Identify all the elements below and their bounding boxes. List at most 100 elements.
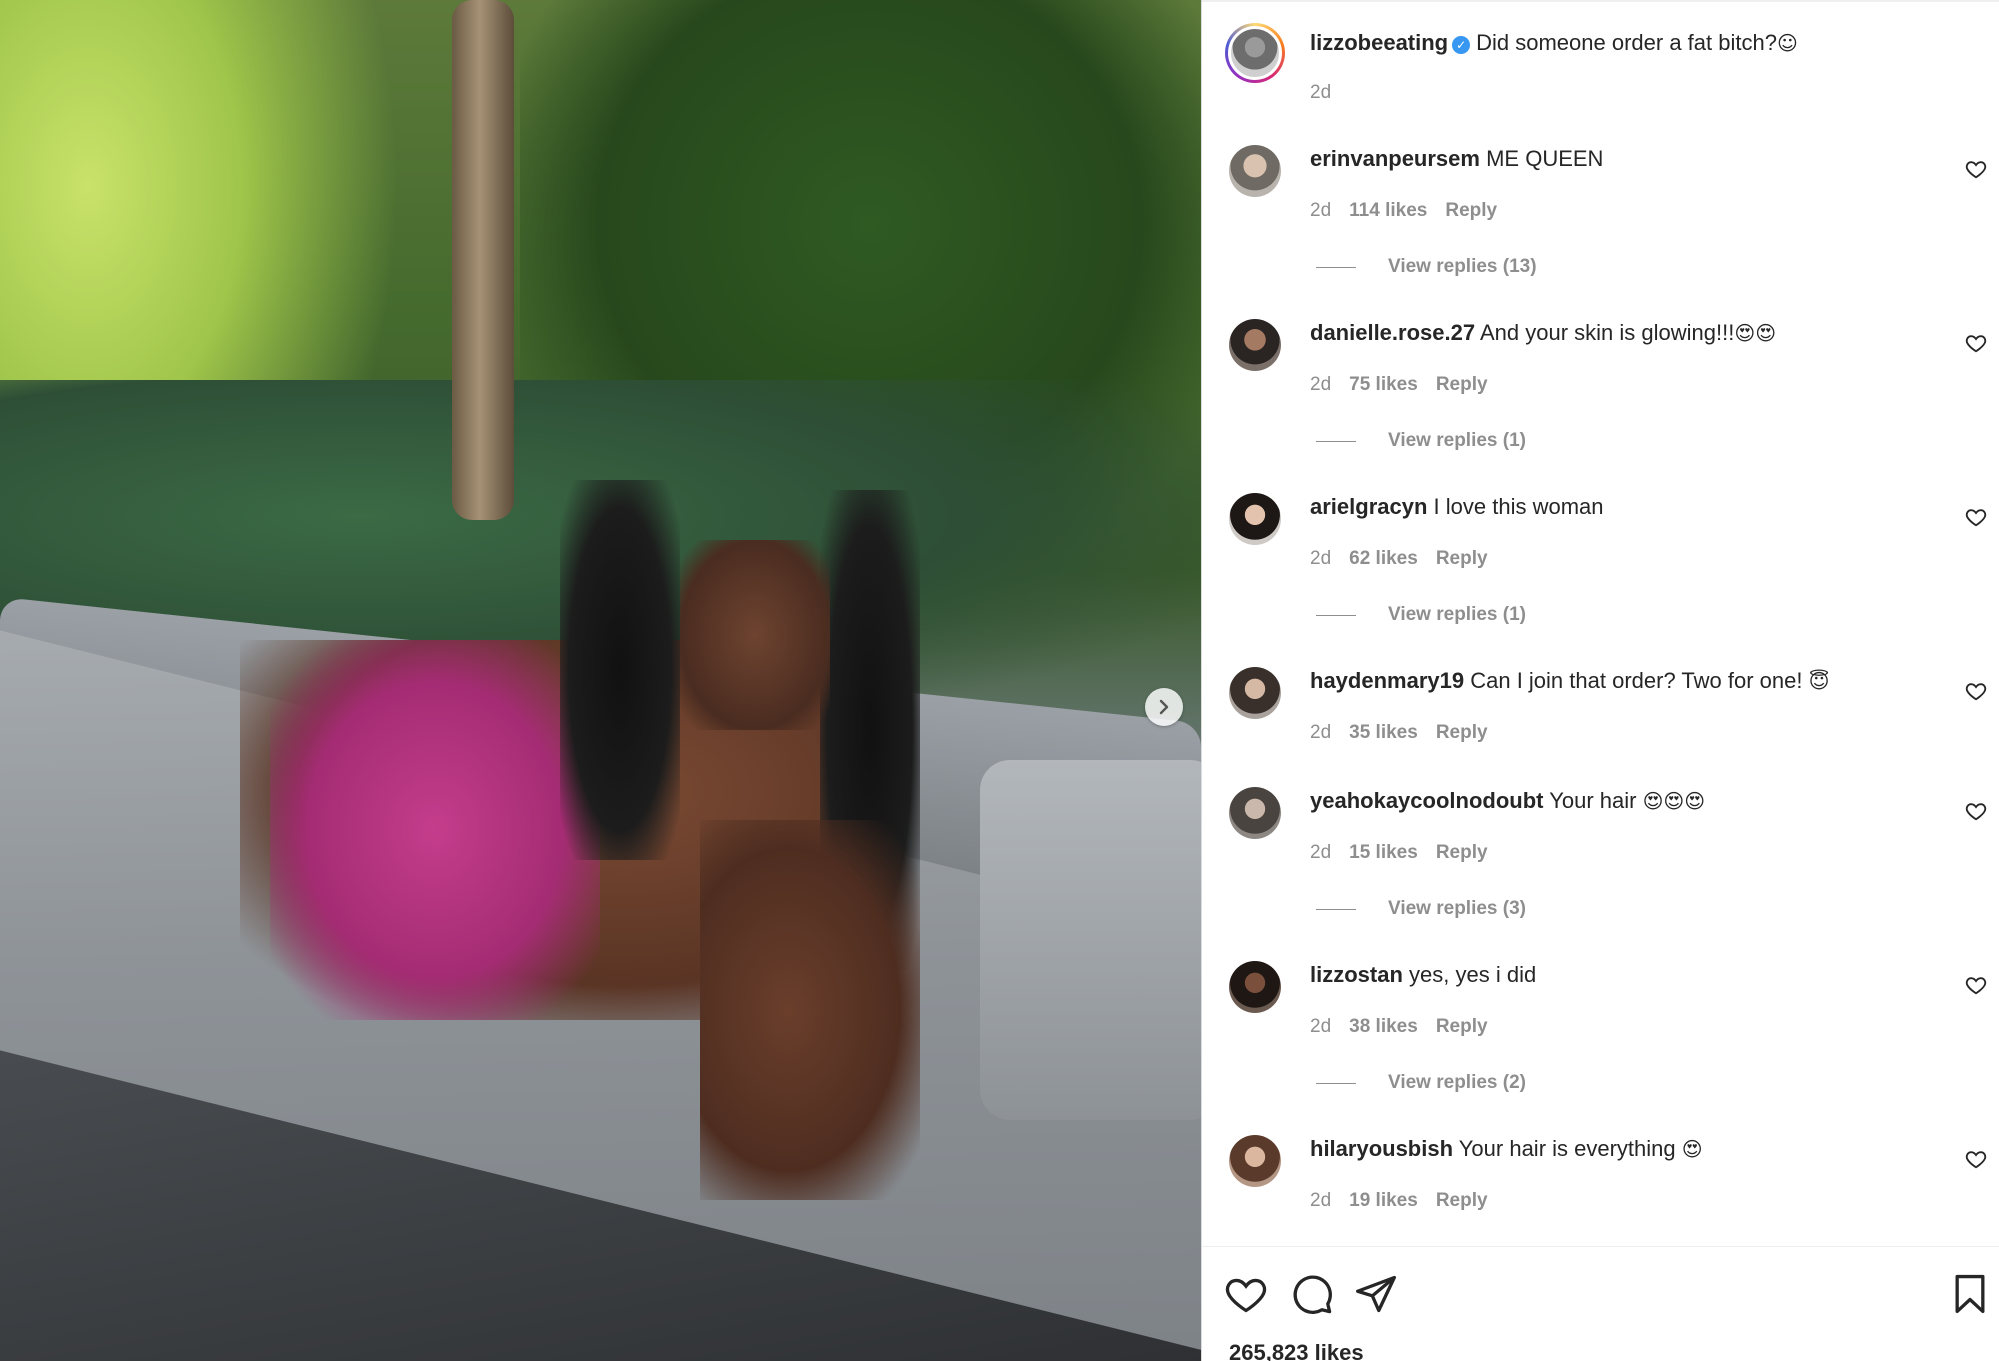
photo-face xyxy=(680,540,830,730)
comment-meta: 2d 35 likes Reply xyxy=(1310,722,1506,744)
comment-time[interactable]: 2d xyxy=(1310,374,1331,395)
divider xyxy=(1316,1082,1356,1084)
caption-emoji: ☺ xyxy=(1776,31,1798,55)
comment-text: Your hair xyxy=(1549,788,1637,813)
comment-line: haydenmary19 Can I join that order? Two … xyxy=(1310,666,1829,696)
view-replies-label: View replies (1) xyxy=(1388,430,1526,451)
comment-time[interactable]: 2d xyxy=(1310,842,1331,863)
photo-sofa-cushion xyxy=(980,760,1201,1120)
likes-count[interactable]: 265,823 likes xyxy=(1229,1340,1364,1361)
comment-line: yeahokaycoolnodoubt Your hair 😍😍😍 xyxy=(1310,786,1705,816)
caption-text: Did someone order a fat bitch? xyxy=(1476,30,1777,55)
reply-button[interactable]: Reply xyxy=(1436,1016,1488,1037)
reply-button[interactable]: Reply xyxy=(1436,722,1488,743)
author-username[interactable]: lizzobeeating xyxy=(1310,30,1448,55)
bookmark-icon[interactable] xyxy=(1948,1272,1992,1316)
comment-text: And your skin is glowing!!! xyxy=(1480,320,1735,345)
comment-avatar[interactable] xyxy=(1229,787,1281,839)
comment-time[interactable]: 2d xyxy=(1310,722,1331,743)
view-replies-label: View replies (2) xyxy=(1388,1072,1526,1093)
reply-button[interactable]: Reply xyxy=(1436,374,1488,395)
comment-meta: 2d 75 likes Reply xyxy=(1310,374,1506,396)
comment-username[interactable]: yeahokaycoolnodoubt xyxy=(1310,788,1543,813)
author-avatar[interactable] xyxy=(1225,23,1285,83)
view-replies-label: View replies (3) xyxy=(1388,898,1526,919)
photo-leopard-outfit xyxy=(270,640,600,1020)
comment-line: hilaryousbish Your hair is everything 😍 xyxy=(1310,1134,1703,1164)
comment-text: I love this woman xyxy=(1433,494,1604,519)
comment-meta: 2d 62 likes Reply xyxy=(1310,548,1506,570)
divider xyxy=(1316,908,1356,910)
reply-button[interactable]: Reply xyxy=(1436,842,1488,863)
verified-badge-icon: ✓ xyxy=(1452,36,1471,54)
comment-avatar[interactable] xyxy=(1229,145,1281,197)
next-photo-button[interactable] xyxy=(1145,688,1183,726)
heart-icon[interactable] xyxy=(1965,332,1987,354)
photo-hair-left xyxy=(560,480,680,860)
comment-text: yes, yes i did xyxy=(1409,962,1537,987)
reply-button[interactable]: Reply xyxy=(1436,548,1488,569)
comment-likes[interactable]: 38 likes xyxy=(1349,1016,1418,1037)
heart-icon[interactable] xyxy=(1965,506,1987,528)
comment-username[interactable]: danielle.rose.27 xyxy=(1310,320,1475,345)
comment-username[interactable]: hilaryousbish xyxy=(1310,1136,1453,1161)
reply-button[interactable]: Reply xyxy=(1445,200,1497,221)
comment-likes[interactable]: 114 likes xyxy=(1349,200,1427,221)
comment-likes[interactable]: 75 likes xyxy=(1349,374,1418,395)
comment-meta: 2d 38 likes Reply xyxy=(1310,1016,1506,1038)
comment-likes[interactable]: 15 likes xyxy=(1349,842,1418,863)
comment-username[interactable]: erinvanpeursem xyxy=(1310,146,1480,171)
comment-emoji: 😍 xyxy=(1681,1137,1703,1161)
heart-icon[interactable] xyxy=(1224,1272,1268,1316)
view-replies-button[interactable]: View replies (1) xyxy=(1316,430,1526,452)
post-photo[interactable] xyxy=(0,0,1201,1361)
heart-icon[interactable] xyxy=(1965,1148,1987,1170)
comment-username[interactable]: arielgracyn xyxy=(1310,494,1427,519)
comment-emoji: 😇 xyxy=(1808,669,1830,693)
comment-avatar[interactable] xyxy=(1229,493,1281,545)
divider xyxy=(1202,0,1999,2)
comment-username[interactable]: haydenmary19 xyxy=(1310,668,1464,693)
view-replies-button[interactable]: View replies (13) xyxy=(1316,256,1537,278)
reply-button[interactable]: Reply xyxy=(1436,1190,1488,1211)
comment-line: lizzostan yes, yes i did xyxy=(1310,960,1536,990)
comment-emoji: 😍😍😍 xyxy=(1642,789,1706,813)
comment-time[interactable]: 2d xyxy=(1310,548,1331,569)
heart-icon[interactable] xyxy=(1965,800,1987,822)
heart-icon[interactable] xyxy=(1965,974,1987,996)
comment-time[interactable]: 2d xyxy=(1310,200,1331,221)
comments-pane: lizzobeeating ✓ Did someone order a fat bi… xyxy=(1201,0,1999,1361)
photo-arm xyxy=(700,820,920,1200)
comment-icon[interactable] xyxy=(1290,1272,1334,1316)
view-replies-button[interactable]: View replies (1) xyxy=(1316,604,1526,626)
divider xyxy=(1316,266,1356,268)
comment-line: danielle.rose.27 And your skin is glowin… xyxy=(1310,318,1776,348)
comment-username[interactable]: lizzostan xyxy=(1310,962,1403,987)
divider xyxy=(1316,440,1356,442)
caption-meta: 2d xyxy=(1310,82,1349,104)
comment-meta: 2d 114 likes Reply xyxy=(1310,200,1515,222)
comment-avatar[interactable] xyxy=(1229,961,1281,1013)
photo-tree-trunk xyxy=(452,0,514,520)
view-replies-button[interactable]: View replies (3) xyxy=(1316,898,1526,920)
comment-time[interactable]: 2d xyxy=(1310,1190,1331,1211)
comment-avatar[interactable] xyxy=(1229,319,1281,371)
post-actions: 265,823 likes xyxy=(1202,1246,1999,1361)
comment-meta: 2d 15 likes Reply xyxy=(1310,842,1506,864)
comment-likes[interactable]: 19 likes xyxy=(1349,1190,1418,1211)
comment-avatar[interactable] xyxy=(1229,667,1281,719)
chevron-right-icon xyxy=(1159,699,1169,715)
comment-likes[interactable]: 35 likes xyxy=(1349,722,1418,743)
paper-plane-icon[interactable] xyxy=(1354,1272,1398,1316)
comment-likes[interactable]: 62 likes xyxy=(1349,548,1418,569)
heart-icon[interactable] xyxy=(1965,680,1987,702)
heart-icon[interactable] xyxy=(1965,158,1987,180)
comment-time[interactable]: 2d xyxy=(1310,1016,1331,1037)
comment-avatar[interactable] xyxy=(1229,1135,1281,1187)
comment-line: erinvanpeursem ME QUEEN xyxy=(1310,144,1603,174)
view-replies-button[interactable]: View replies (2) xyxy=(1316,1072,1526,1094)
comment-text: Your hair is everything xyxy=(1458,1136,1676,1161)
post-time[interactable]: 2d xyxy=(1310,82,1331,103)
comment-emoji: 😍😍 xyxy=(1734,321,1777,345)
comment-text: Can I join that order? Two for one! xyxy=(1470,668,1803,693)
